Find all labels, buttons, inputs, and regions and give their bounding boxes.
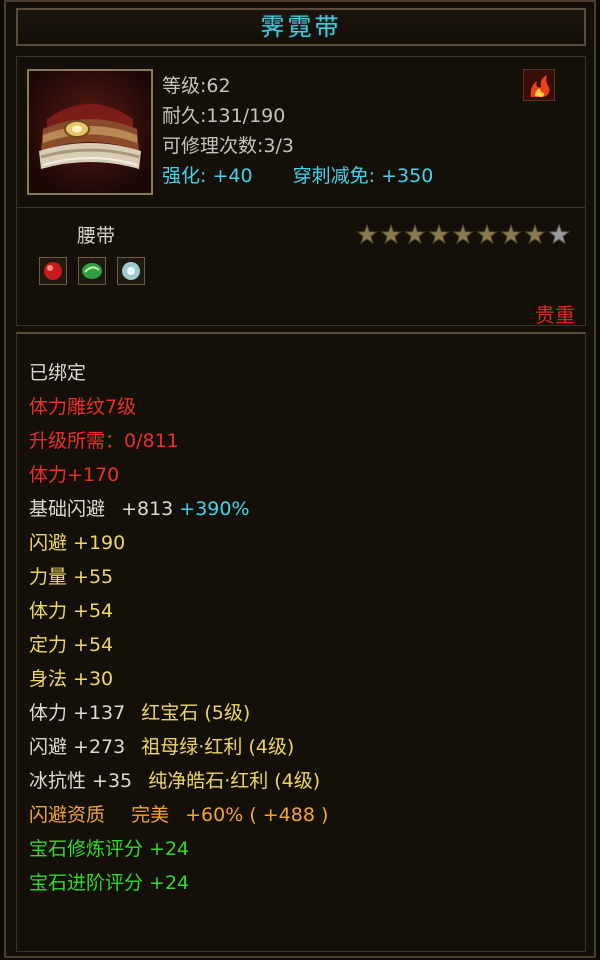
aptitude-row: 闪避资质 完美 +60% ( +488 ) xyxy=(29,798,328,832)
stamina-bonus: 体力+170 xyxy=(29,464,120,486)
gem1-row: 体力 +137 红宝石 (5级) xyxy=(29,696,328,730)
gem-advance-score: 宝石进阶评分 +24 xyxy=(29,872,190,894)
star-empty-icon xyxy=(548,223,570,245)
item-enhance-row: 强化: +40 穿刺减免: +350 xyxy=(162,161,472,191)
star-rating xyxy=(356,223,570,245)
item-attributes-panel: 已绑定 体力雕纹7级 升级所需：0/811 体力+170 基础闪避 +813 +… xyxy=(16,332,586,952)
item-quality: 贵重 xyxy=(535,303,575,327)
aptitude-grade: 完美 xyxy=(131,804,170,826)
gem2-stat: 闪避 +273 xyxy=(29,736,126,758)
gem3-stat: 冰抗性 +35 xyxy=(29,770,133,792)
flame-icon xyxy=(523,69,555,101)
title-bar: 霁霓带 xyxy=(16,8,586,46)
gem-refine-score: 宝石修炼评分 +24 xyxy=(29,838,190,860)
gem2-name: 祖母绿·红利 (4级) xyxy=(141,736,295,758)
agility-stat: 身法 +30 xyxy=(29,668,114,690)
gem2-row: 闪避 +273 祖母绿·红利 (4级) xyxy=(29,730,328,764)
gem1-name: 红宝石 (5级) xyxy=(141,702,251,724)
gem1-stat: 体力 +137 xyxy=(29,702,126,724)
item-level: 等级:62 xyxy=(162,75,231,97)
item-type: 腰带 xyxy=(77,225,116,247)
bound-status: 已绑定 xyxy=(29,362,87,384)
strength-stat: 力量 +55 xyxy=(29,566,114,588)
gem3-name: 纯净皓石·红利 (4级) xyxy=(148,770,321,792)
stamina-stat: 体力 +54 xyxy=(29,600,114,622)
star-filled-icon xyxy=(452,223,474,245)
star-filled-icon xyxy=(380,223,402,245)
belt-item-icon[interactable] xyxy=(27,69,153,195)
star-filled-icon xyxy=(404,223,426,245)
pure-stone-gem-icon[interactable] xyxy=(117,257,146,285)
star-filled-icon xyxy=(428,223,450,245)
upgrade-requirement: 升级所需：0/811 xyxy=(29,430,179,452)
enhance-label: 强化: xyxy=(162,165,207,187)
item-basic-stats: 等级:62 耐久:131/190 可修理次数:3/3 强化: +40 穿刺减免:… xyxy=(162,71,472,191)
star-filled-icon xyxy=(356,223,378,245)
base-dodge-label: 基础闪避 xyxy=(29,498,106,520)
base-dodge-value: +813 xyxy=(121,498,174,520)
item-tooltip: 霁霓带 等级:62 耐久:131/190 可修理次数:3/3 强化: +40 穿… xyxy=(4,0,596,958)
base-dodge-row: 基础闪避 +813 +390% xyxy=(29,492,328,526)
pierce-value: +350 xyxy=(381,165,434,187)
emerald-gem-icon[interactable] xyxy=(78,257,107,285)
aptitude-value: +60% ( +488 ) xyxy=(185,804,329,826)
header-divider xyxy=(17,207,585,208)
star-filled-icon xyxy=(500,223,522,245)
item-durability: 耐久:131/190 xyxy=(162,105,286,127)
item-name: 霁霓带 xyxy=(260,13,342,41)
ruby-gem-icon[interactable] xyxy=(39,257,67,285)
pierce-label: 穿刺减免: xyxy=(292,165,376,187)
enhance-value: +40 xyxy=(212,165,253,187)
star-filled-icon xyxy=(476,223,498,245)
dodge-stat: 闪避 +190 xyxy=(29,532,126,554)
aptitude-label: 闪避资质 xyxy=(29,804,106,826)
star-filled-icon xyxy=(524,223,546,245)
engrave-level: 体力雕纹7级 xyxy=(29,396,137,418)
base-dodge-pct: +390% xyxy=(179,498,250,520)
focus-stat: 定力 +54 xyxy=(29,634,114,656)
item-header-panel: 等级:62 耐久:131/190 可修理次数:3/3 强化: +40 穿刺减免:… xyxy=(16,56,586,327)
gem-sockets xyxy=(39,257,151,287)
gem3-row: 冰抗性 +35 纯净皓石·红利 (4级) xyxy=(29,764,328,798)
belt-icon xyxy=(29,71,151,193)
item-repair-count: 可修理次数:3/3 xyxy=(162,135,294,157)
